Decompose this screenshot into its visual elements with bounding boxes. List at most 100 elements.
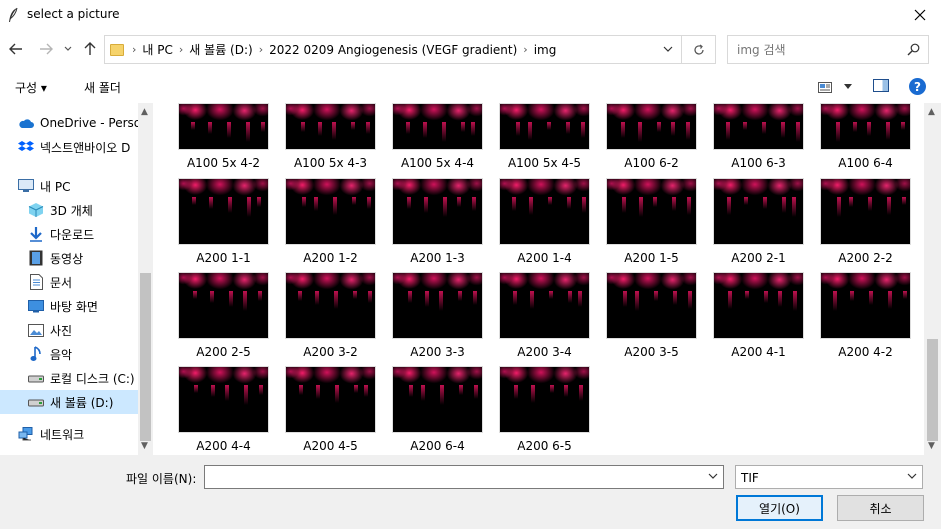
nav-item[interactable]: 네트워크: [0, 422, 138, 446]
organize-menu[interactable]: 구성 ▾: [15, 79, 47, 96]
nav-item-label: 로컬 디스크 (C:): [50, 371, 135, 386]
back-button[interactable]: [6, 39, 26, 59]
drive-icon: [28, 394, 44, 410]
recent-locations-button[interactable]: [60, 39, 76, 59]
file-thumbnail: [285, 366, 376, 433]
file-list-scrollbar[interactable]: ▲ ▼: [924, 103, 941, 455]
file-item[interactable]: A200 4-4: [170, 366, 277, 453]
refresh-button[interactable]: [682, 35, 716, 64]
file-item[interactable]: A100 5x 4-3: [277, 103, 384, 170]
file-name: A200 6-4: [410, 439, 465, 453]
chevron-down-icon: [64, 46, 72, 51]
nav-item[interactable]: 다운로드: [0, 222, 138, 246]
file-name: A100 5x 4-4: [400, 156, 475, 170]
scrollbar-thumb[interactable]: [927, 339, 938, 441]
nav-item[interactable]: 동영상: [0, 246, 138, 270]
close-button[interactable]: [905, 2, 935, 28]
search-box[interactable]: [727, 35, 929, 64]
file-item[interactable]: A200 1-2: [277, 178, 384, 265]
new-folder-button[interactable]: 새 폴더: [84, 79, 121, 96]
file-item[interactable]: A100 6-3: [705, 103, 812, 170]
file-name: A200 6-5: [517, 439, 572, 453]
file-item[interactable]: A200 1-5: [598, 178, 705, 265]
file-name: A200 3-2: [303, 345, 358, 359]
file-item[interactable]: A200 3-2: [277, 272, 384, 359]
address-bar[interactable]: › 내 PC › 새 볼륨 (D:) › 2022 0209 Angiogene…: [104, 35, 682, 64]
breadcrumb-segment[interactable]: 내 PC: [142, 41, 172, 58]
file-thumbnail: [178, 178, 269, 245]
file-item[interactable]: A100 6-2: [598, 103, 705, 170]
file-item[interactable]: A200 4-1: [705, 272, 812, 359]
nav-item-label: 문서: [50, 275, 73, 290]
open-button[interactable]: 열기(O): [736, 495, 823, 521]
forward-button[interactable]: [36, 39, 56, 59]
nav-item[interactable]: 문서: [0, 270, 138, 294]
dropbox-icon: [18, 139, 34, 155]
file-item[interactable]: A200 4-5: [277, 366, 384, 453]
breadcrumb-segment[interactable]: img: [534, 43, 557, 57]
nav-item[interactable]: 로컬 디스크 (C:): [0, 366, 138, 390]
file-item[interactable]: A200 1-4: [491, 178, 598, 265]
navigation-scrollbar[interactable]: ▲ ▼: [138, 103, 153, 455]
nav-item[interactable]: 바탕 화면: [0, 294, 138, 318]
scroll-up-icon[interactable]: ▲: [928, 107, 935, 117]
scrollbar-thumb[interactable]: [140, 273, 151, 441]
nav-item-label: 3D 개체: [50, 203, 93, 218]
nav-item[interactable]: 사진: [0, 318, 138, 342]
cancel-button[interactable]: 취소: [837, 495, 924, 521]
file-item[interactable]: A200 3-3: [384, 272, 491, 359]
breadcrumb-segment[interactable]: 새 볼륨 (D:): [189, 41, 252, 58]
file-item[interactable]: A100 5x 4-4: [384, 103, 491, 170]
nav-item[interactable]: 음악: [0, 342, 138, 366]
nav-item[interactable]: 넥스트앤바이오 D: [0, 135, 138, 159]
nav-item[interactable]: 3D 개체: [0, 198, 138, 222]
file-thumbnail: [820, 272, 911, 339]
nav-item[interactable]: 내 PC: [0, 174, 138, 198]
file-name: A200 4-2: [838, 345, 893, 359]
file-thumbnail: [178, 366, 269, 433]
file-name: A200 2-2: [838, 251, 893, 265]
file-item[interactable]: A200 2-1: [705, 178, 812, 265]
chevron-down-icon[interactable]: [708, 471, 718, 481]
arrow-right-icon: [40, 43, 53, 55]
chevron-down-icon[interactable]: [663, 44, 673, 54]
file-item[interactable]: A200 1-3: [384, 178, 491, 265]
nav-item[interactable]: OneDrive - Person: [0, 111, 138, 135]
file-item[interactable]: A200 6-4: [384, 366, 491, 453]
file-name: A100 6-2: [624, 156, 679, 170]
dialog-footer: 파일 이름(N): TIF 열기(O) 취소: [0, 455, 941, 529]
file-thumbnail: [606, 272, 697, 339]
view-options-button[interactable]: [818, 78, 856, 96]
nav-item-label: 사진: [50, 323, 73, 338]
breadcrumb-segment[interactable]: 2022 0209 Angiogenesis (VEGF gradient): [269, 43, 517, 57]
drive-icon: [28, 370, 44, 386]
scroll-up-icon[interactable]: ▲: [141, 107, 148, 117]
file-item[interactable]: A200 4-2: [812, 272, 919, 359]
file-item[interactable]: A200 3-4: [491, 272, 598, 359]
file-item[interactable]: A200 6-5: [491, 366, 598, 453]
file-thumbnail: [285, 272, 376, 339]
help-icon[interactable]: ?: [909, 78, 926, 95]
scroll-down-icon[interactable]: ▼: [928, 441, 935, 451]
file-item[interactable]: A200 2-2: [812, 178, 919, 265]
search-input[interactable]: [737, 42, 897, 57]
file-name: A200 1-1: [196, 251, 251, 265]
file-item[interactable]: A200 1-1: [170, 178, 277, 265]
nav-item-label: 내 PC: [40, 179, 71, 194]
filetype-select[interactable]: TIF: [735, 465, 923, 489]
filename-input[interactable]: [204, 465, 724, 489]
scroll-down-icon[interactable]: ▼: [141, 441, 148, 451]
file-item[interactable]: A100 6-4: [812, 103, 919, 170]
window-title: select a picture: [27, 7, 120, 21]
file-item[interactable]: A200 2-5: [170, 272, 277, 359]
filename-label: 파일 이름(N):: [126, 472, 197, 486]
file-item[interactable]: A100 5x 4-2: [170, 103, 277, 170]
up-button[interactable]: [80, 39, 100, 59]
folder-icon: [110, 43, 124, 56]
preview-pane-icon[interactable]: [873, 79, 889, 92]
download-icon: [28, 226, 44, 242]
file-item[interactable]: A100 5x 4-5: [491, 103, 598, 170]
chevron-right-icon: ›: [523, 43, 528, 56]
nav-item[interactable]: 새 볼륨 (D:): [0, 390, 138, 414]
file-item[interactable]: A200 3-5: [598, 272, 705, 359]
